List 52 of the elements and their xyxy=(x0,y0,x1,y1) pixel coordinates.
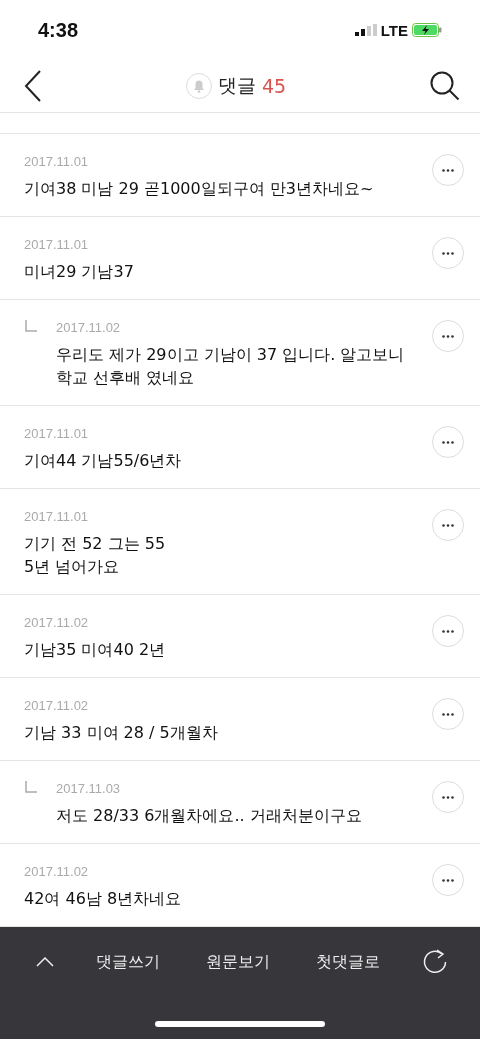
more-button[interactable] xyxy=(432,781,464,813)
comment-date: 2017.11.02 xyxy=(24,697,90,715)
more-icon xyxy=(442,795,454,799)
status-time: 4:38 xyxy=(38,18,79,42)
up-icon[interactable] xyxy=(36,957,54,967)
comment-count: 45 xyxy=(261,75,287,97)
signal-icon xyxy=(354,24,377,36)
more-button[interactable] xyxy=(432,154,464,186)
search-icon[interactable] xyxy=(430,71,460,101)
comment-date: 2017.11.01 xyxy=(24,425,90,443)
comment-date: 2017.11.02 xyxy=(56,319,122,337)
comment-text: 저도 28/33 6개월차에요.. 거래처분이구요 xyxy=(56,805,363,827)
more-button[interactable] xyxy=(432,698,464,730)
bar-action[interactable]: 첫댓글로 xyxy=(312,947,384,977)
more-icon xyxy=(442,251,454,255)
more-button[interactable] xyxy=(432,864,464,896)
refresh-icon[interactable] xyxy=(422,948,448,976)
reply-icon xyxy=(25,320,37,332)
comment-date: 2017.11.01 xyxy=(24,153,90,171)
bell-icon[interactable] xyxy=(185,73,212,99)
header-title: 댓글 xyxy=(217,73,256,98)
more-button[interactable] xyxy=(432,320,464,352)
more-button[interactable] xyxy=(432,237,464,269)
network-label: LTE xyxy=(380,21,408,39)
more-button[interactable] xyxy=(432,426,464,458)
more-icon xyxy=(442,168,454,172)
bar-action[interactable]: 댓글쓰기 xyxy=(92,947,164,977)
comment-date: 2017.11.02 xyxy=(24,863,90,881)
comment-date: 2017.11.03 xyxy=(56,780,122,798)
more-button[interactable] xyxy=(432,615,464,647)
more-icon xyxy=(442,712,454,716)
comment-text: 미녀29 기남37 xyxy=(24,261,135,283)
comment-date: 2017.11.02 xyxy=(24,614,90,632)
comment-text: 42여 46남 8년차네요 xyxy=(24,888,183,910)
more-icon xyxy=(442,878,454,882)
comment-text: 기남 33 미여 28 / 5개월차 xyxy=(24,722,219,744)
bar-action[interactable]: 원문보기 xyxy=(202,947,274,977)
more-icon xyxy=(442,523,454,527)
comment-text: 기여44 기남55/6년차 xyxy=(24,450,183,472)
comment-text: 기여38 미남 29 곧1000일되구여 만3년차네요~ xyxy=(24,178,375,200)
more-icon xyxy=(442,629,454,633)
more-button[interactable] xyxy=(432,509,464,541)
comment-text: 우리도 제가 29이고 기남이 37 입니다. 알고보니 학교 선후배 였네요 xyxy=(56,344,406,389)
battery-icon xyxy=(412,23,442,37)
more-icon xyxy=(442,334,454,338)
reply-icon xyxy=(25,781,37,793)
comment-text: 기기 전 52 그는 55 5년 넘어가요 xyxy=(24,533,167,578)
more-icon xyxy=(442,440,454,444)
comment-date: 2017.11.01 xyxy=(24,236,90,254)
back-icon[interactable] xyxy=(24,70,42,102)
comment-text: 기남35 미여40 2년 xyxy=(24,639,167,661)
comment-date: 2017.11.01 xyxy=(24,508,90,526)
